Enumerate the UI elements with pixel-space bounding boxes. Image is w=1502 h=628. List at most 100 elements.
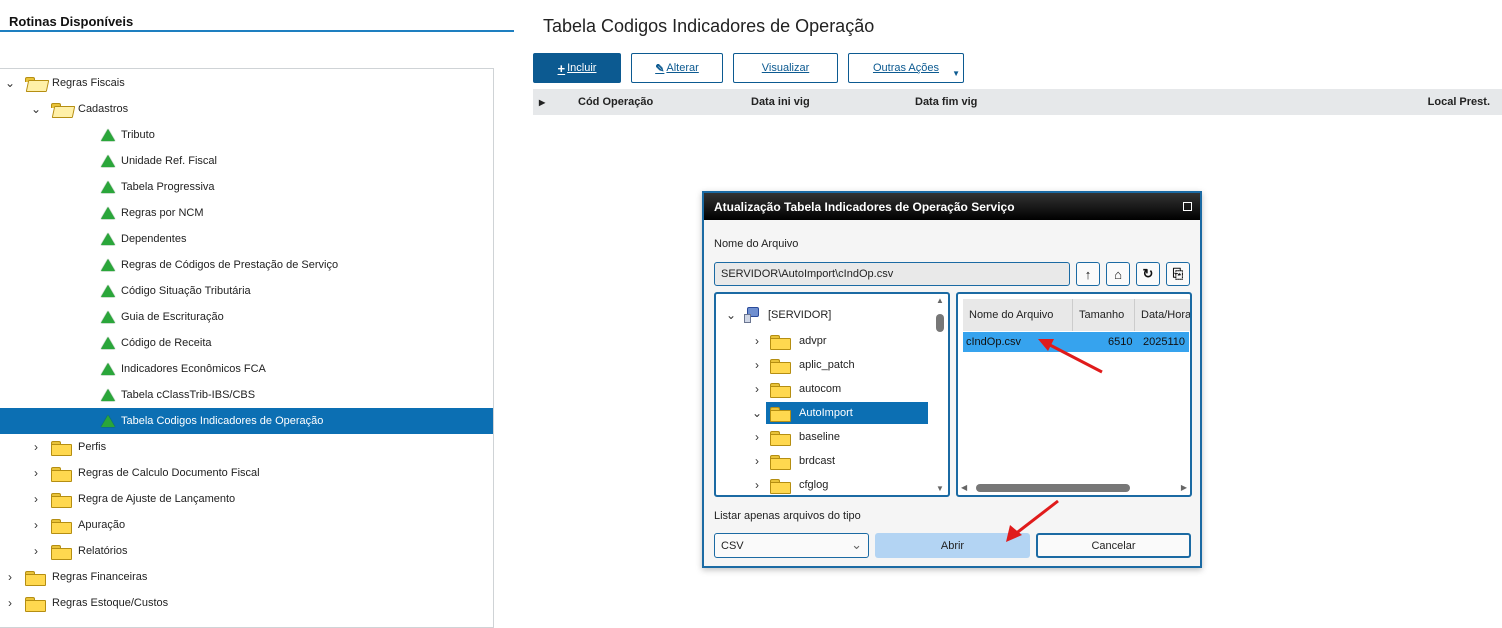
folder-name: brdcast <box>799 455 836 467</box>
tree-item[interactable]: › Regras Estoque/Custos <box>0 590 493 616</box>
new-file-icon[interactable]: ⎘ <box>1166 262 1190 286</box>
tree-item[interactable]: › Regras de Calculo Documento Fiscal <box>0 460 493 486</box>
row-expander-icon[interactable]: ▶ <box>539 98 545 107</box>
chevron-down-icon[interactable]: ⌄ <box>726 308 736 322</box>
folder-row[interactable]: › baseline <box>752 426 840 448</box>
tree-item[interactable]: › Relatórios <box>0 538 493 564</box>
routine-triangle-shape <box>101 337 115 349</box>
visualizar-button[interactable]: Visualizar <box>733 53 838 83</box>
chevron-right-icon[interactable]: › <box>752 478 762 492</box>
routine-triangle-shape <box>101 129 115 141</box>
folder-row[interactable]: › autocom <box>752 378 841 400</box>
refresh-icon[interactable]: ↻ <box>1136 262 1160 286</box>
chevron-right-icon[interactable]: › <box>752 430 762 444</box>
maximize-icon[interactable] <box>1183 202 1192 211</box>
tree-item-label: Unidade Ref. Fiscal <box>121 155 217 167</box>
chevron-right-icon[interactable]: › <box>5 596 15 610</box>
tree-item-label: Tabela Progressiva <box>121 181 215 193</box>
tree-item-label: Cadastros <box>78 103 129 115</box>
folder-icon <box>51 466 72 482</box>
tree-root-server[interactable]: ⌄ [SERVIDOR] <box>726 304 831 326</box>
scroll-left-icon[interactable]: ◀ <box>961 483 967 492</box>
visualizar-label: Visualizar <box>761 62 810 74</box>
tree-item-label: Regras Estoque/Custos <box>52 597 169 609</box>
tree-item[interactable]: › Regras Financeiras <box>0 564 493 590</box>
tree-item[interactable]: ⌄ Cadastros <box>0 96 493 122</box>
alterar-button[interactable]: ✎ Alterar <box>631 53 723 83</box>
folder-row[interactable]: › aplic_patch <box>752 354 855 376</box>
folder-name: cfglog <box>799 479 829 491</box>
tree-item[interactable]: Código de Receita <box>0 330 493 356</box>
chevron-right-icon[interactable]: › <box>752 454 762 468</box>
chevron-right-icon[interactable]: › <box>752 358 762 372</box>
incluir-button[interactable]: + Incluir <box>533 53 621 83</box>
routine-triangle-shape <box>101 363 115 375</box>
folder-row[interactable]: › brdcast <box>752 450 835 472</box>
folder-row[interactable]: › cfglog <box>752 474 829 495</box>
folder-icon <box>770 382 791 398</box>
chevron-right-icon[interactable]: › <box>5 570 15 584</box>
tree-item-label: Regras de Códigos de Prestação de Serviç… <box>121 259 339 271</box>
folder-row-autoimport[interactable]: ⌄ AutoImport <box>752 402 928 424</box>
chevron-right-icon[interactable]: › <box>752 334 762 348</box>
routine-triangle-icon <box>101 181 115 193</box>
col-data-fim-vig[interactable]: Data fim vig <box>915 96 977 108</box>
scroll-right-icon[interactable]: ▶ <box>1181 483 1187 492</box>
chevron-down-icon[interactable]: ⌄ <box>752 406 762 420</box>
scroll-thumb[interactable] <box>936 314 944 332</box>
tree-item[interactable]: ⌄ Regras Fiscais <box>0 70 493 96</box>
tree-item[interactable]: Tributo <box>0 122 493 148</box>
chevron-right-icon[interactable]: › <box>31 518 41 532</box>
incluir-label: Incluir <box>567 62 597 74</box>
scroll-down-icon[interactable]: ▼ <box>934 484 946 493</box>
col-cod-operacao[interactable]: Cód Operação <box>578 96 653 108</box>
file-size: 6510 <box>1108 336 1133 348</box>
col-data-ini-vig[interactable]: Data ini vig <box>751 96 810 108</box>
tree-item[interactable]: Regras de Códigos de Prestação de Serviç… <box>0 252 493 278</box>
folder-open-icon <box>51 102 70 116</box>
tree-item[interactable]: › Regra de Ajuste de Lançamento <box>0 486 493 512</box>
file-name: cIndOp.csv <box>966 336 1022 348</box>
folder-row[interactable]: › advpr <box>752 330 827 352</box>
hscroll-thumb[interactable] <box>976 484 1130 492</box>
chevron-right-icon[interactable]: › <box>31 492 41 506</box>
folder-tree-scrollbar[interactable]: ▲ ▼ <box>934 294 946 495</box>
col-datetime[interactable]: Data/Hora <box>1135 299 1190 331</box>
tree-item[interactable]: Unidade Ref. Fiscal <box>0 148 493 174</box>
tree-item[interactable]: Código Situação Tributária <box>0 278 493 304</box>
tree-item[interactable]: Dependentes <box>0 226 493 252</box>
home-icon[interactable]: ⌂ <box>1106 262 1130 286</box>
col-local-prest[interactable]: Local Prest. <box>1428 96 1490 108</box>
col-size[interactable]: Tamanho <box>1073 299 1135 331</box>
chevron-right-icon[interactable]: › <box>31 440 41 454</box>
chevron-down-icon[interactable]: ⌄ <box>31 102 41 116</box>
server-label: [SERVIDOR] <box>768 309 832 321</box>
outras-acoes-button[interactable]: Outras Ações ▼ <box>848 53 964 83</box>
tree-item[interactable]: Tabela Progressiva <box>0 174 493 200</box>
tree-item-label: Código de Receita <box>121 337 212 349</box>
tree-item-label: Perfis <box>78 441 107 453</box>
tree-item[interactable]: › Perfis <box>0 434 493 460</box>
tree-item-label: Regras Fiscais <box>52 77 125 89</box>
tree-item[interactable]: Guia de Escrituração <box>0 304 493 330</box>
tree-item-label: Regras por NCM <box>121 207 204 219</box>
file-type-select[interactable]: CSV ⌄ <box>714 533 869 558</box>
chevron-right-icon[interactable]: › <box>31 466 41 480</box>
file-list-hscrollbar[interactable]: ◀ ▶ <box>958 481 1190 495</box>
tree-item[interactable]: Tabela cClassTrib-IBS/CBS <box>0 382 493 408</box>
tree-item[interactable]: Tabela Codigos Indicadores de Operação <box>0 408 493 434</box>
up-arrow-icon[interactable]: ↑ <box>1076 262 1100 286</box>
tree-item[interactable]: › Apuração <box>0 512 493 538</box>
chevron-down-icon[interactable]: ⌄ <box>5 76 15 90</box>
annotation-arrow <box>1006 499 1059 542</box>
scroll-up-icon[interactable]: ▲ <box>934 296 946 305</box>
file-path-input[interactable]: SERVIDOR\AutoImport\cIndOp.csv <box>714 262 1070 286</box>
routine-triangle-shape <box>101 259 115 271</box>
routine-triangle-icon <box>101 155 115 167</box>
tree-item[interactable]: Regras por NCM <box>0 200 493 226</box>
col-file-name[interactable]: Nome do Arquivo <box>963 299 1073 331</box>
tree-item[interactable]: Indicadores Econômicos FCA <box>0 356 493 382</box>
routine-triangle-icon <box>101 285 115 297</box>
chevron-right-icon[interactable]: › <box>31 544 41 558</box>
chevron-right-icon[interactable]: › <box>752 382 762 396</box>
